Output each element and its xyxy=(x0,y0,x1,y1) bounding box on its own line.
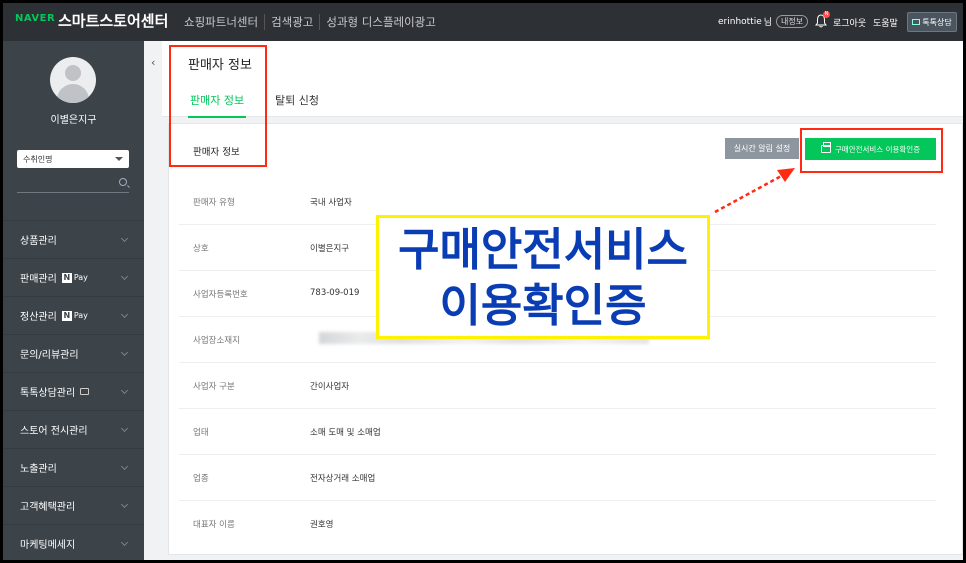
row-key: 사업장소재지 xyxy=(193,336,240,346)
collapse-sidebar-icon[interactable]: ‹ xyxy=(151,56,155,69)
sidebar-item-exposure[interactable]: 노출관리 xyxy=(3,448,144,486)
sidebar-item-settlement[interactable]: 정산관리 N Pay xyxy=(3,296,144,334)
callout-line2: 이용확인증 xyxy=(439,279,647,332)
user-id: erinhottie xyxy=(718,16,762,27)
chevron-down-icon xyxy=(120,348,129,357)
sidebar-item-label: 상품관리 xyxy=(20,236,57,247)
row-value: 이별은지구 xyxy=(310,244,350,254)
sidebar-item-store-display[interactable]: 스토어 전시관리 xyxy=(3,410,144,448)
npay-text: Pay xyxy=(73,273,88,282)
npay-badge: N Pay xyxy=(61,310,88,321)
table-row: 업종 전자상거래 소매업 xyxy=(179,455,936,501)
sidebar-search-input[interactable] xyxy=(17,175,129,193)
chevron-down-icon xyxy=(120,234,129,243)
user-box: erinhottie 님 내정보 xyxy=(718,15,809,28)
seller-info-card: 판매자 정보 실시간 알림 설정 구매안전서비스 이용확인증 판매자 유형 국내 … xyxy=(168,123,963,555)
row-key: 업태 xyxy=(193,428,209,438)
top-bar: NAVER 스마트스토어센터 쇼핑파트너센터 검색광고 성과형 디스플레이광고 … xyxy=(3,3,963,41)
chevron-down-icon xyxy=(120,538,129,547)
annotation-callout: 구매안전서비스 이용확인증 xyxy=(376,215,710,339)
user-suffix: 님 xyxy=(763,18,773,28)
row-key: 업종 xyxy=(193,474,209,484)
npay-letter: N xyxy=(61,272,72,283)
help-link[interactable]: 도움말 xyxy=(873,16,898,29)
search-icon[interactable] xyxy=(119,178,127,186)
sidebar-item-label: 노출관리 xyxy=(20,464,57,475)
chevron-down-icon xyxy=(120,500,129,509)
row-key: 대표자 이름 xyxy=(193,520,235,530)
avatar-body xyxy=(57,84,89,103)
sidebar-item-products[interactable]: 상품관리 xyxy=(3,220,144,258)
talk-consult-label: 톡톡상담 xyxy=(922,17,952,27)
nav-search-ads[interactable]: 검색광고 xyxy=(264,14,319,30)
sidebar-item-talk[interactable]: 톡톡상담관리 xyxy=(3,372,144,410)
chat-icon xyxy=(912,19,921,25)
row-value: 소매 도매 및 소매업 xyxy=(310,428,381,438)
naver-logo[interactable]: NAVER xyxy=(15,13,55,24)
highlight-box-button xyxy=(800,128,943,173)
npay-text: Pay xyxy=(73,311,88,320)
search-type-value: 수취인명 xyxy=(23,155,53,164)
sidebar-item-marketing[interactable]: 마케팅메세지 xyxy=(3,524,144,560)
row-value: 국내 사업자 xyxy=(310,198,352,208)
chevron-down-icon xyxy=(120,272,129,281)
row-key: 상호 xyxy=(193,244,209,254)
my-info-button[interactable]: 내정보 xyxy=(776,15,809,28)
nav-shopping-partner[interactable]: 쇼핑파트너센터 xyxy=(178,14,264,30)
callout-line1: 구매안전서비스 xyxy=(398,223,688,276)
sidebar-item-sales[interactable]: 판매관리 N Pay xyxy=(3,258,144,296)
nav-display-ads[interactable]: 성과형 디스플레이광고 xyxy=(319,14,441,30)
notification-badge: N xyxy=(823,11,830,18)
search-type-select[interactable]: 수취인명 xyxy=(17,150,129,168)
chevron-down-icon xyxy=(115,157,123,161)
logout-link[interactable]: 로그아웃 xyxy=(833,16,866,29)
table-row: 사업자 구분 간이사업자 xyxy=(179,363,936,409)
row-value: 권호영 xyxy=(310,520,334,530)
chevron-down-icon xyxy=(120,310,129,319)
sidebar-item-label: 판매관리 xyxy=(20,274,57,285)
talk-consult-button[interactable]: 톡톡상담 xyxy=(907,12,957,32)
highlight-box-title xyxy=(169,45,267,167)
sidebar-item-label: 정산관리 xyxy=(20,312,57,323)
table-row: 업태 소매 도매 및 소매업 xyxy=(179,409,936,455)
app-frame: NAVER 스마트스토어센터 쇼핑파트너센터 검색광고 성과형 디스플레이광고 … xyxy=(3,3,963,560)
row-value: 783-09-019 xyxy=(310,288,360,298)
sidebar-item-label: 스토어 전시관리 xyxy=(20,426,88,437)
sidebar-item-benefits[interactable]: 고객혜택관리 xyxy=(3,486,144,524)
sidebar-item-label: 고객혜택관리 xyxy=(20,502,76,513)
chat-icon xyxy=(80,388,90,395)
npay-badge: N Pay xyxy=(61,272,88,283)
sidebar: 이별은지구 수취인명 상품관리 판매관리 N Pay 정산관리 N Pay 문의… xyxy=(3,41,144,560)
sidebar-item-inquiry[interactable]: 문의/리뷰관리 xyxy=(3,334,144,372)
realtime-alert-button[interactable]: 실시간 알림 설정 xyxy=(725,138,799,159)
row-key: 사업자 구분 xyxy=(193,382,235,392)
brand-title[interactable]: 스마트스토어센터 xyxy=(58,10,168,31)
chevron-down-icon xyxy=(120,424,129,433)
sidebar-item-label: 문의/리뷰관리 xyxy=(20,350,79,361)
chevron-down-icon xyxy=(120,386,129,395)
row-value: 전자상거래 소매업 xyxy=(310,474,376,484)
row-key: 사업자등록번호 xyxy=(193,290,248,300)
row-key: 판매자 유형 xyxy=(193,198,235,208)
chevron-down-icon xyxy=(120,462,129,471)
store-name: 이별은지구 xyxy=(50,115,97,126)
tab-withdrawal[interactable]: 탈퇴 신청 xyxy=(275,92,319,108)
top-nav: 쇼핑파트너센터 검색광고 성과형 디스플레이광고 xyxy=(178,14,442,30)
main-header: 판매자 정보 판매자 정보 탈퇴 신청 xyxy=(162,41,963,118)
row-value: 간이사업자 xyxy=(310,382,350,392)
sidebar-item-label: 마케팅메세지 xyxy=(20,540,76,551)
sidebar-item-label: 톡톡상담관리 xyxy=(20,388,76,399)
npay-letter: N xyxy=(61,310,72,321)
avatar-head xyxy=(65,65,81,81)
table-row: 대표자 이름 권호영 xyxy=(179,501,936,547)
annotation-arrow xyxy=(714,168,795,214)
sidebar-menu: 상품관리 판매관리 N Pay 정산관리 N Pay 문의/리뷰관리 톡톡상담관리 xyxy=(3,220,144,560)
avatar xyxy=(50,57,96,103)
